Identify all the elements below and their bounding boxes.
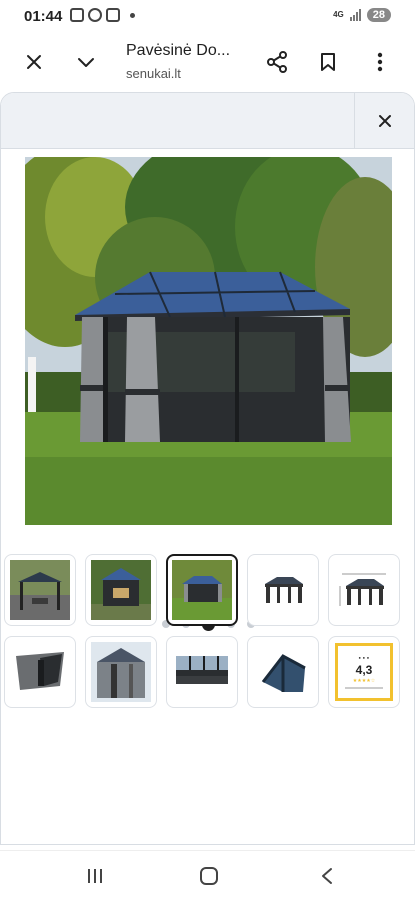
home-icon [200,867,218,885]
thumbnail-gazebo-dimensions[interactable] [328,554,400,626]
status-notification-icons [70,8,135,22]
thumbnail-gazebo-patio-dining[interactable] [4,554,76,626]
badge-line [345,687,383,689]
recent-apps-icon [88,869,102,883]
image-viewer-panel [0,92,415,845]
battery-level: 28 [366,8,391,22]
thumb-image [253,560,313,620]
thumbnail-roof-corner[interactable] [85,636,157,708]
thumb-image [91,560,151,620]
thumbnail-gazebo-frame-white[interactable] [247,554,319,626]
chevron-down-icon [78,58,94,67]
more-notifications-dot-icon [130,12,135,18]
page-domain: senukai.lt [126,66,181,81]
home-button[interactable] [194,863,224,889]
badge-brand-icon: ● ● ● [358,655,370,660]
thumb-image [91,642,151,702]
cast-icon [106,8,120,22]
page-title[interactable]: Pavėsinė Do... [126,42,230,60]
signal-icon [349,9,361,21]
more-options-button[interactable] [366,48,394,76]
thumbnail-gazebo-garden-front[interactable] [85,554,157,626]
badge-score: 4,3 [355,663,373,677]
system-navigation-bar [0,850,415,900]
thumbnail-rating-badge[interactable]: ● ● ● 4,3 ★★★★☆ [328,636,400,708]
thumbnail-curtain-detail[interactable] [4,636,76,708]
main-product-image[interactable] [25,157,392,525]
rating-badge: ● ● ● 4,3 ★★★★☆ [335,643,393,701]
thumb-image [10,560,70,620]
recent-apps-button[interactable] [80,863,110,889]
status-time: 01:44 [24,8,63,25]
close-tab-button[interactable] [20,48,48,76]
star-rating-icon: ★★★★☆ [352,678,376,684]
gazebo-photo [25,157,392,525]
thumb-image [334,560,394,620]
close-icon [27,55,41,69]
custom-tab-header: Pavėsinė Do... senukai.lt [0,34,415,90]
status-right: 4G 28 [333,8,391,22]
more-vertical-icon [377,52,383,72]
expand-title-button[interactable] [72,48,100,76]
thumbnail-gazebo-lawn[interactable] [166,554,238,626]
close-icon [378,115,391,127]
back-button[interactable] [312,863,342,889]
network-type: 4G [333,10,344,19]
thumb-image [10,642,70,702]
share-button[interactable] [263,48,291,76]
status-bar: 01:44 4G 28 [0,0,415,34]
bookmark-icon [321,53,335,71]
notification-icon [70,8,84,22]
thumb-image [172,560,232,620]
sync-icon [88,8,102,22]
thumb-image [172,642,232,702]
thumbnail-frame-corner[interactable] [247,636,319,708]
bookmark-button[interactable] [314,48,342,76]
thumbnail-roof-panel[interactable] [166,636,238,708]
back-icon [322,868,332,884]
close-viewer-button[interactable] [354,93,414,149]
viewer-toolbar [1,93,414,149]
thumb-image [253,642,313,702]
share-icon [267,51,287,73]
